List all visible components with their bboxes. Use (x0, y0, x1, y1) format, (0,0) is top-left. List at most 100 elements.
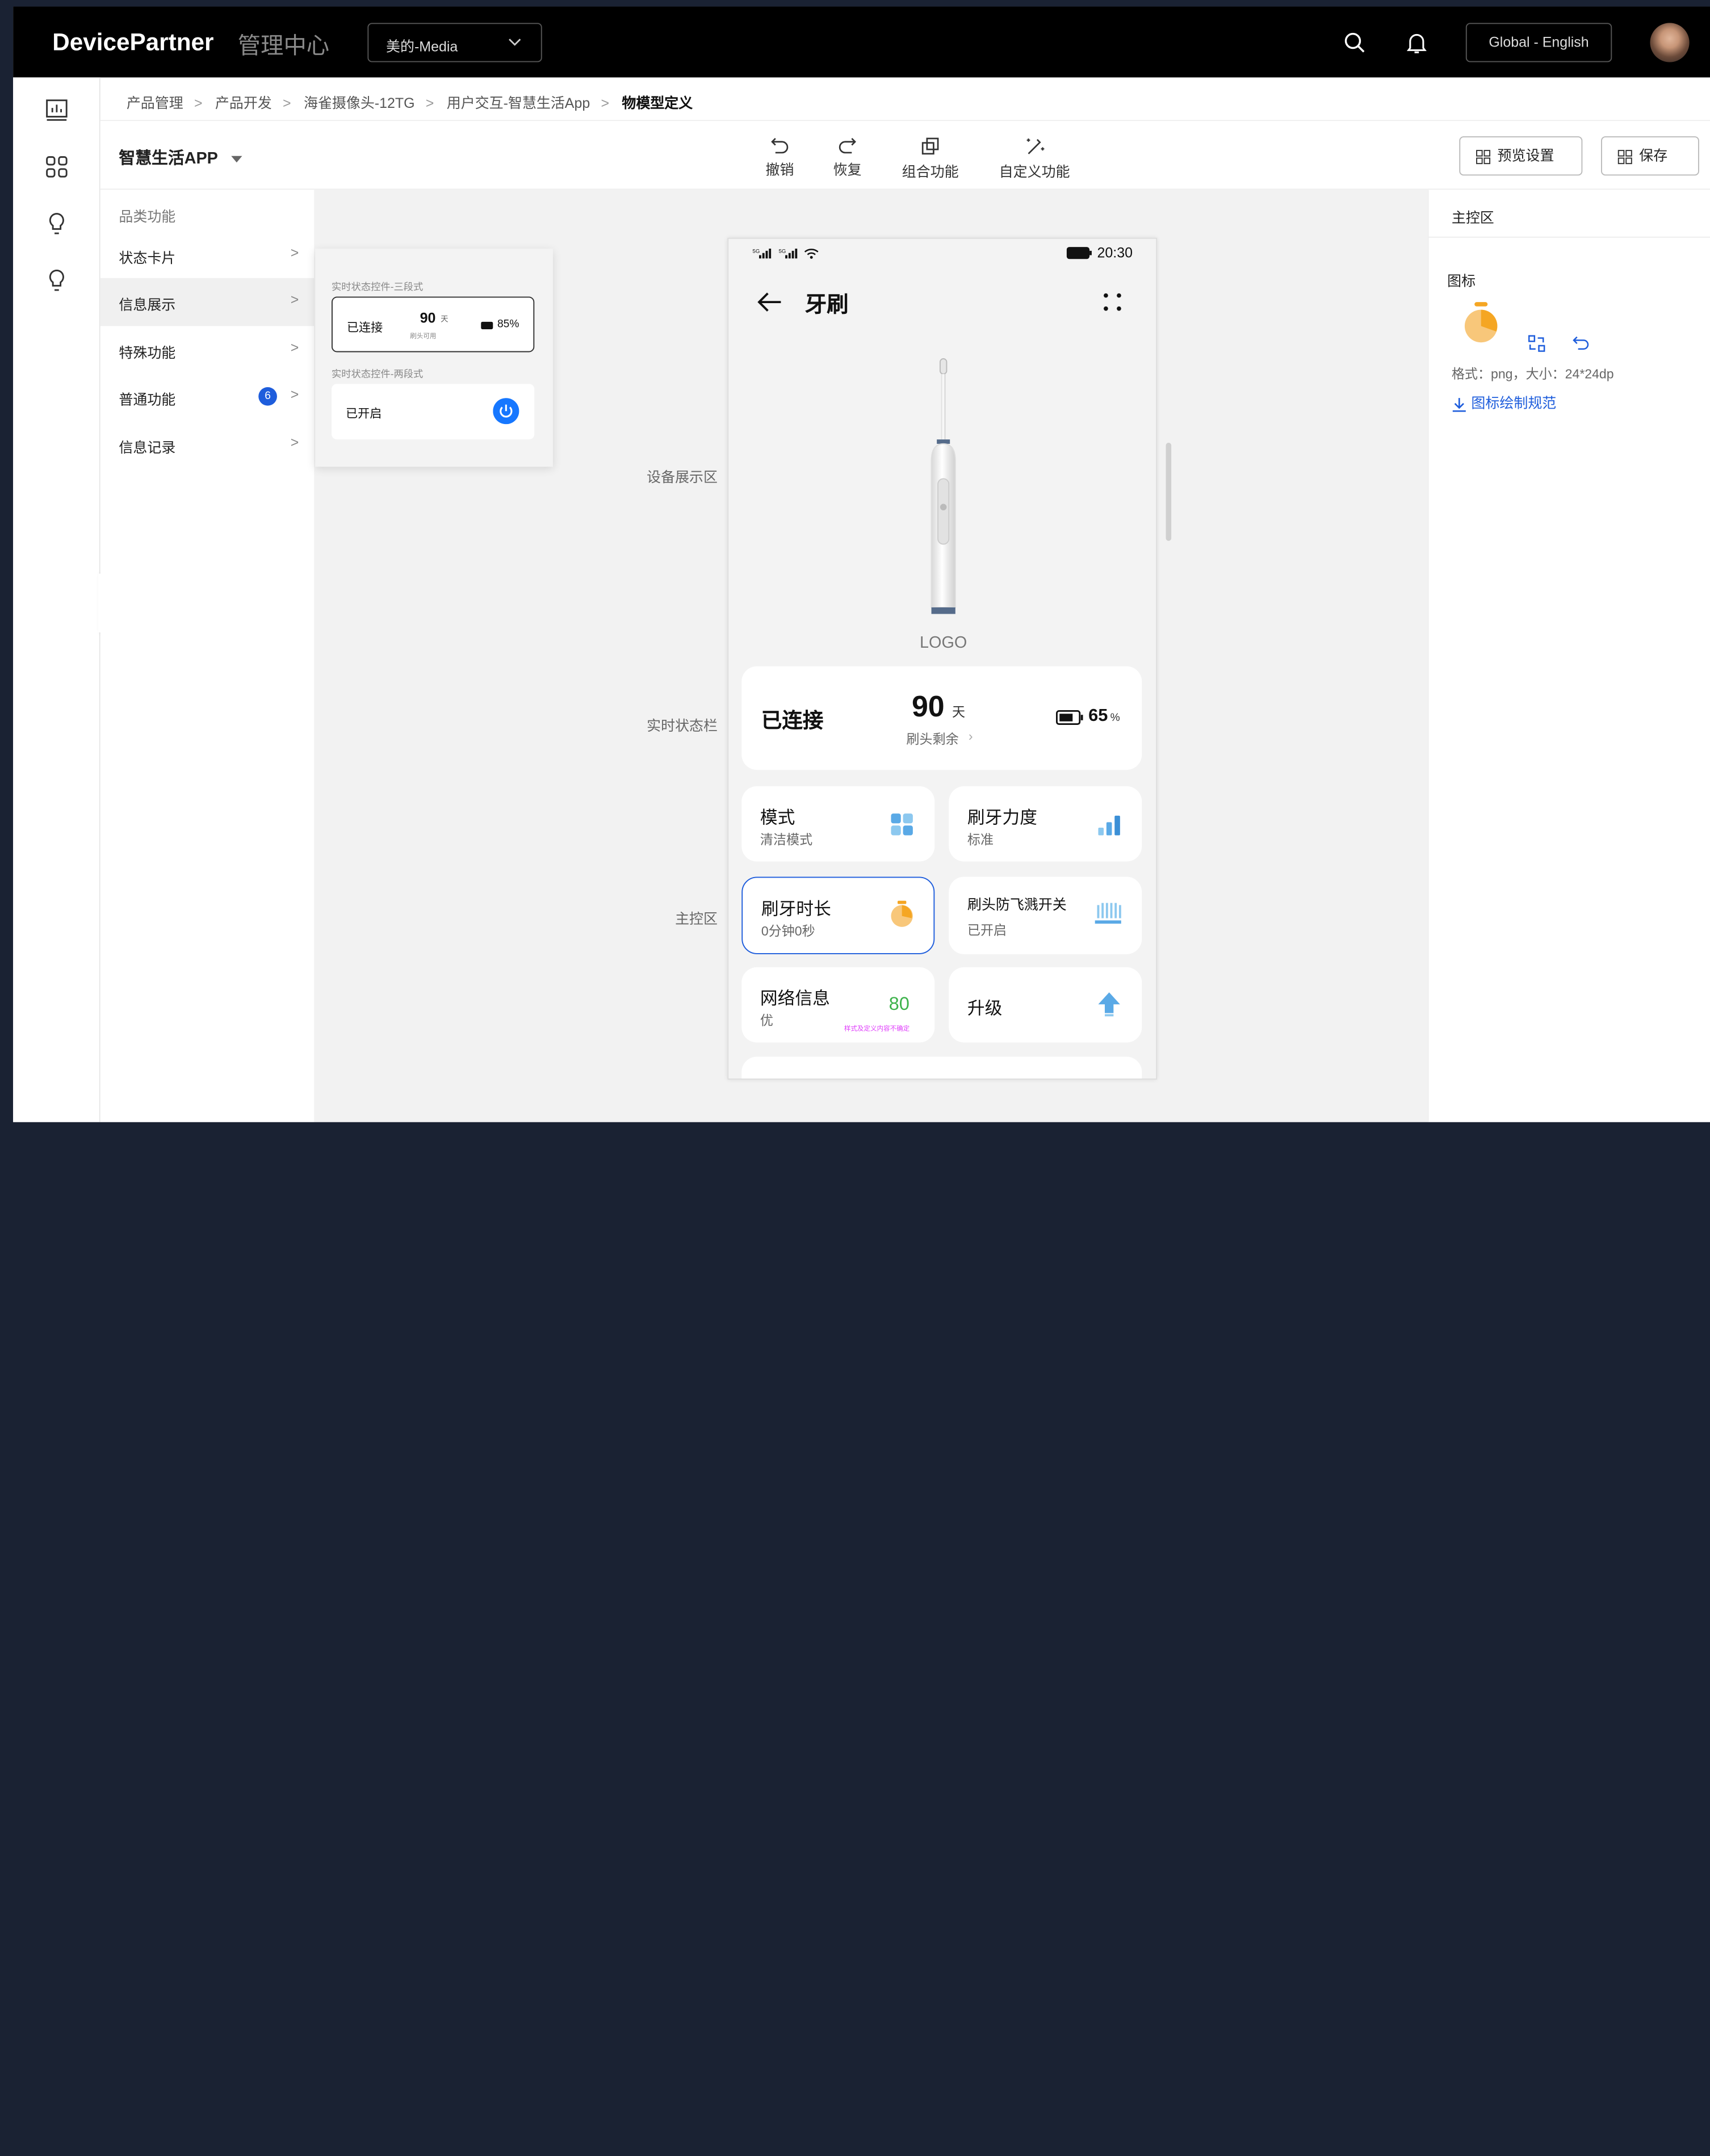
redo-label: 恢复 (833, 161, 862, 178)
panel-item-status-card[interactable]: 状态卡片 > (100, 231, 315, 279)
tenant-select[interactable]: 美的-Media (367, 23, 542, 62)
breadcrumb-current: 物模型定义 (622, 95, 693, 111)
function-card-mode[interactable]: 模式 清洁模式 (741, 786, 935, 862)
combine-label: 组合功能 (902, 163, 959, 180)
combine-icon (921, 137, 939, 155)
panel-item-label: 特殊功能 (119, 345, 176, 361)
widget-state: 已开启 (345, 408, 382, 421)
replace-icon[interactable] (1528, 335, 1545, 353)
phone-nav: 牙刷 (728, 283, 1156, 322)
undo-label: 撤销 (765, 161, 794, 178)
brush-head-icon (1095, 903, 1121, 924)
redo-button[interactable]: 恢复 (833, 136, 862, 179)
chevron-right-icon: > (290, 434, 299, 451)
function-card-strength[interactable]: 刷牙力度 标准 (949, 786, 1142, 862)
widget-two-segment[interactable]: 已开启 (331, 384, 535, 440)
custom-function-button[interactable]: 自定义功能 (999, 136, 1070, 181)
magic-wand-icon (1026, 138, 1044, 154)
chart-icon[interactable] (44, 97, 70, 123)
widget-days-sub: 刷头可用 (410, 333, 437, 341)
breadcrumb-item[interactable]: 海雀摄像头-12TG (304, 95, 415, 111)
zone-label-main: 主控区 (675, 911, 718, 927)
icon-guideline-link[interactable]: 图标绘制规范 (1452, 392, 1556, 412)
logo-placeholder: LOGO (920, 634, 967, 652)
bulb-icon[interactable] (44, 267, 70, 293)
preview-settings-button[interactable]: 预览设置 (1459, 136, 1583, 176)
bulb-icon[interactable] (44, 211, 70, 237)
grid-icon (1476, 149, 1491, 164)
svg-text:5G: 5G (752, 249, 760, 255)
bell-icon[interactable] (1406, 32, 1427, 54)
battery-icon (1056, 710, 1083, 725)
app-select-label: 智慧生活APP (119, 149, 218, 168)
count-badge: 6 (258, 387, 277, 406)
function-card-splash[interactable]: 刷头防飞溅开关 已开启 (949, 876, 1142, 954)
function-card-more[interactable] (741, 1056, 1142, 1079)
phone-title: 牙刷 (804, 293, 849, 318)
language-button[interactable]: Global - English (1465, 23, 1612, 62)
widget-three-segment[interactable]: 已连接 90 天 刷头可用 85% (331, 296, 535, 353)
canvas-scrollbar[interactable] (1166, 442, 1172, 541)
panel-item-special[interactable]: 特殊功能 > (100, 326, 315, 374)
style-note: 样式及定义内容不确定 (844, 1026, 910, 1033)
reset-icon[interactable] (1573, 335, 1590, 353)
panel-item-label: 普通功能 (119, 391, 176, 408)
widget-connected: 已连接 (346, 321, 383, 335)
zone-label-device: 设备展示区 (647, 469, 718, 485)
days-unit: 天 (952, 704, 966, 720)
widget-label: 实时状态控件-两段式 (331, 368, 424, 380)
card-title: 刷牙力度 (967, 809, 1037, 828)
days-value: 90 (911, 690, 945, 723)
function-card-duration[interactable]: 刷牙时长 0分钟0秒 (741, 876, 935, 954)
chevron-right-icon: > (290, 291, 299, 308)
panel-item-common[interactable]: 普通功能 6 > (100, 373, 315, 421)
widget-days-unit: 天 (441, 316, 449, 324)
widget-battery: 85% (497, 318, 519, 331)
panel-item-label: 状态卡片 (119, 249, 176, 266)
card-subtitle: 标准 (967, 832, 994, 848)
icon-guideline-label: 图标绘制规范 (1471, 395, 1557, 412)
app-window: DevicePartner 管理中心 美的-Media Global - Eng… (13, 6, 1710, 1122)
chevron-right-icon: > (290, 386, 299, 402)
function-card-network[interactable]: 网络信息 优 80 样式及定义内容不确定 (741, 967, 935, 1043)
zone-label-status: 实时状态栏 (647, 718, 718, 734)
search-icon[interactable] (1344, 32, 1365, 53)
card-subtitle: 优 (760, 1013, 774, 1029)
preview-settings-label: 预览设置 (1497, 147, 1554, 164)
phone-status-bar: 5G 5G 20:30 (728, 239, 1156, 267)
panel-item-info-display[interactable]: 信息展示 > (100, 278, 315, 326)
more-icon[interactable] (1101, 291, 1123, 313)
phone-preview: 5G 5G 20:30 牙刷 LOGO 已连接 90 天 刷头剩余 › 65 %… (727, 237, 1158, 1080)
brand-logo: DevicePartner (52, 28, 214, 56)
chevron-right-icon: > (290, 339, 299, 356)
app-select[interactable]: 智慧生活APP (119, 146, 242, 169)
svg-text:5G: 5G (779, 249, 786, 255)
custom-function-label: 自定义功能 (999, 163, 1070, 180)
save-label: 保存 (1639, 147, 1668, 164)
card-subtitle: 清洁模式 (760, 832, 813, 848)
save-button[interactable]: 保存 (1601, 136, 1699, 176)
breadcrumb-item[interactable]: 产品管理 (127, 95, 183, 111)
undo-button[interactable]: 撤销 (766, 136, 794, 179)
mode-icon (891, 813, 913, 836)
power-icon[interactable] (493, 398, 519, 425)
avatar[interactable] (1650, 23, 1690, 62)
card-subtitle: 已开启 (967, 922, 1007, 938)
panel-item-records[interactable]: 信息记录 > (100, 421, 315, 469)
upgrade-arrow-icon (1098, 992, 1120, 1017)
properties-panel: 主控区 图标 格式：png，大小：24*24dp 图标绘制规范 (1427, 190, 1710, 1122)
function-card-upgrade[interactable]: 升级 (949, 967, 1142, 1043)
back-arrow-icon[interactable] (757, 291, 783, 313)
chevron-down-icon (509, 39, 521, 46)
card-title: 刷头防飞溅开关 (967, 896, 1067, 913)
breadcrumb-item[interactable]: 产品开发 (215, 95, 272, 111)
card-subtitle: 0分钟0秒 (761, 924, 815, 939)
combine-button[interactable]: 组合功能 (902, 136, 959, 181)
realtime-status-card[interactable]: 已连接 90 天 刷头剩余 › 65 % (741, 666, 1142, 770)
grid-icon[interactable] (44, 154, 70, 180)
card-title: 网络信息 (760, 990, 830, 1009)
toolbar: 智慧生活APP 撤销 恢复 组合功能 自定义功能 预览设置 保存 (100, 121, 1710, 190)
toothbrush-image (931, 358, 956, 614)
breadcrumb-item[interactable]: 用户交互-智慧生活App (447, 95, 590, 111)
battery-icon (1066, 247, 1092, 259)
